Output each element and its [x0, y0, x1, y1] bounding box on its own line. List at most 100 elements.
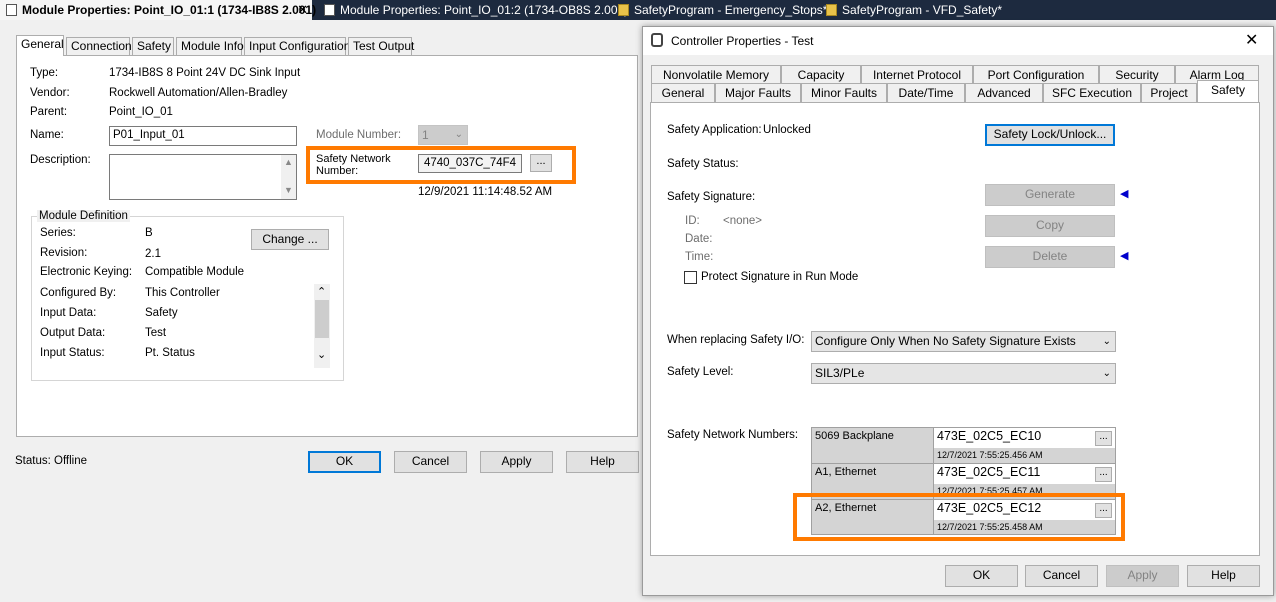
snn-row-value[interactable]: 473E_02C5_EC10 — [934, 429, 1094, 447]
delete-button[interactable]: Delete — [985, 246, 1115, 268]
controller-apply-button[interactable]: Apply — [1106, 565, 1179, 587]
protect-signature-label: Protect Signature in Run Mode — [701, 271, 859, 283]
module-cancel-button[interactable]: Cancel — [394, 451, 467, 473]
name-field[interactable]: P01_Input_01 — [109, 126, 297, 146]
electronic-keying-label: Electronic Keying: — [40, 266, 133, 278]
safety-application-value: Unlocked — [763, 124, 811, 136]
safety-network-numbers-label: Safety Network Numbers: — [667, 429, 799, 441]
tab-general[interactable]: General — [651, 83, 715, 102]
document-icon — [6, 4, 17, 16]
doc-tab-vfd-safety[interactable]: SafetyProgram - VFD_Safety* — [820, 0, 1002, 20]
name-label: Name: — [30, 129, 64, 141]
series-value: B — [145, 227, 153, 239]
controller-help-button[interactable]: Help — [1187, 565, 1260, 587]
input-data-value: Safety — [145, 307, 178, 319]
dialog-close-icon[interactable]: ✕ — [1245, 30, 1258, 50]
scroll-up-icon[interactable]: ▲ — [284, 157, 293, 167]
revision-label: Revision: — [40, 247, 88, 259]
safety-level-label: Safety Level: — [667, 366, 734, 378]
signature-time-label: Time: — [685, 251, 714, 263]
doc-tab-emergency-stops[interactable]: SafetyProgram - Emergency_Stops* — [612, 0, 827, 20]
tab-general[interactable]: General — [16, 35, 64, 56]
tab-capacity[interactable]: Capacity — [781, 65, 861, 84]
revision-value: 2.1 — [145, 248, 161, 260]
safety-lock-unlock-button[interactable]: Safety Lock/Unlock... — [985, 124, 1115, 146]
output-data-value: Test — [145, 327, 167, 339]
tab-safety[interactable]: Safety — [132, 37, 174, 55]
series-label: Series: — [40, 227, 76, 239]
tab-input-configuration[interactable]: Input Configuration* — [244, 37, 355, 55]
description-scrollbar[interactable]: ▲ ▼ — [281, 155, 296, 199]
tab-internet-protocol[interactable]: Internet Protocol — [861, 65, 973, 84]
input-data-label: Input Data: — [40, 307, 97, 319]
doc-tab-module-properties-2[interactable]: Module Properties: Point_IO_01:2 (1734-O… — [318, 0, 628, 20]
dialog-title-bar[interactable]: Controller Properties - Test ✕ — [643, 27, 1273, 55]
type-label: Type: — [30, 67, 59, 79]
tab-test-output[interactable]: Test Output — [348, 37, 414, 55]
scroll-down-icon[interactable]: ⌄ — [317, 348, 326, 361]
electronic-keying-value: Compatible Module — [145, 266, 245, 278]
module-number-select[interactable]: 1 ⌄ — [418, 125, 468, 145]
controller-ok-button[interactable]: OK — [945, 565, 1018, 587]
controller-icon — [651, 33, 663, 47]
replacing-safety-io-label: When replacing Safety I/O: — [667, 334, 805, 346]
input-status-label: Input Status: — [40, 347, 105, 359]
parent-label: Parent: — [30, 106, 68, 118]
parent-value: Point_IO_01 — [109, 106, 173, 118]
description-field[interactable] — [109, 154, 297, 200]
tab-minor-faults[interactable]: Minor Faults — [801, 83, 887, 102]
snn-timestamp: 12/9/2021 11:14:48.52 AM — [418, 186, 553, 198]
close-tab-icon[interactable]: ✕ — [297, 0, 308, 20]
configured-by-label: Configured By: — [40, 287, 117, 299]
scroll-up-icon[interactable]: ⌃ — [317, 285, 326, 298]
snn-row-value[interactable]: 473E_02C5_EC11 — [934, 465, 1094, 483]
vendor-value: Rockwell Automation/Allen-Bradley — [109, 87, 288, 99]
controller-cancel-button[interactable]: Cancel — [1025, 565, 1098, 587]
routine-icon — [618, 4, 629, 16]
status-label: Status: — [15, 455, 51, 467]
protect-signature-checkbox[interactable] — [684, 271, 697, 284]
document-tab-strip: Module Properties: Point_IO_01:1 (1734-I… — [0, 0, 1276, 20]
tab-date-time[interactable]: Date/Time — [887, 83, 965, 102]
tab-major-faults[interactable]: Major Faults — [715, 83, 801, 102]
vendor-label: Vendor: — [30, 87, 70, 99]
tab-port-configuration[interactable]: Port Configuration — [973, 65, 1099, 84]
status-value: Offline — [54, 455, 88, 467]
definition-scrollbar[interactable]: ⌃ ⌄ — [314, 284, 330, 368]
tab-connection[interactable]: Connection — [66, 37, 132, 55]
generate-button[interactable]: Generate — [985, 184, 1115, 206]
module-help-button[interactable]: Help — [566, 451, 639, 473]
scroll-down-icon[interactable]: ▼ — [284, 185, 293, 195]
tab-advanced[interactable]: Advanced — [965, 83, 1043, 102]
safety-level-select[interactable]: SIL3/PLe ⌄ — [811, 363, 1116, 384]
doc-tab-module-properties-1[interactable]: Module Properties: Point_IO_01:1 (1734-I… — [0, 0, 316, 20]
module-number-label: Module Number: — [316, 129, 402, 141]
change-button[interactable]: Change ... — [251, 229, 329, 250]
chevron-down-icon: ⌄ — [1102, 336, 1111, 347]
module-apply-button[interactable]: Apply — [480, 451, 553, 473]
tab-safety[interactable]: Safety — [1197, 80, 1259, 102]
output-data-label: Output Data: — [40, 327, 106, 339]
copy-button[interactable]: Copy — [985, 215, 1115, 237]
signature-id-value: <none> — [723, 215, 763, 227]
snn-row-browse-button[interactable]: ... — [1095, 467, 1112, 482]
tab-sfc-execution[interactable]: SFC Execution — [1043, 83, 1141, 102]
signature-id-label: ID: — [685, 215, 700, 227]
safety-application-label: Safety Application: — [667, 124, 762, 136]
document-icon — [324, 4, 335, 16]
type-value: 1734-IB8S 8 Point 24V DC Sink Input — [109, 67, 301, 79]
tab-security[interactable]: Security — [1099, 65, 1175, 84]
module-ok-button[interactable]: OK — [308, 451, 381, 473]
snn-row-browse-button[interactable]: ... — [1095, 431, 1112, 446]
tab-module-info[interactable]: Module Info — [176, 37, 244, 55]
tab-project[interactable]: Project — [1141, 83, 1197, 102]
snn-row-name: 5069 Backplane — [812, 428, 934, 464]
chevron-down-icon: ⌄ — [1102, 368, 1111, 379]
arrow-left-icon: ◀ — [1120, 250, 1129, 262]
replacing-safety-io-select[interactable]: Configure Only When No Safety Signature … — [811, 331, 1116, 352]
tab-nonvolatile-memory[interactable]: Nonvolatile Memory — [651, 65, 781, 84]
snn-highlight-box — [793, 493, 1125, 541]
scroll-thumb[interactable] — [315, 300, 329, 338]
input-status-value: Pt. Status — [145, 347, 195, 359]
snn-highlight-box — [306, 146, 576, 184]
